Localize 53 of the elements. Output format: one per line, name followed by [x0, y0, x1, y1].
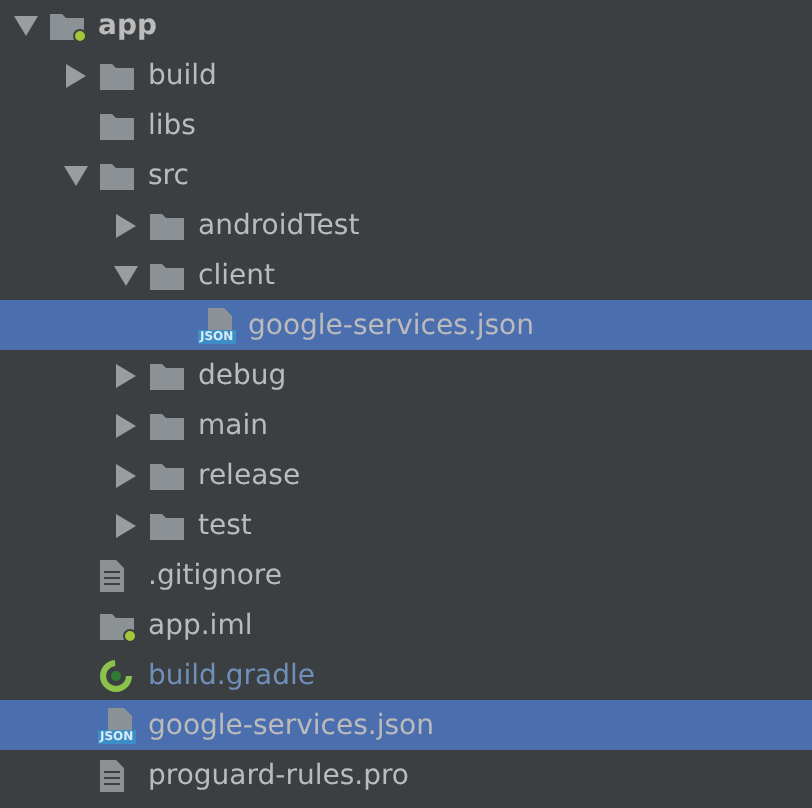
tree-row[interactable]: proguard-rules.pro — [0, 750, 812, 800]
item-name: test — [196, 509, 252, 541]
tree-row[interactable]: libs — [0, 100, 812, 150]
tree-row[interactable]: app.iml — [0, 600, 812, 650]
item-name: client — [196, 259, 275, 291]
tree-row[interactable]: app — [0, 0, 812, 50]
text-file-icon — [98, 557, 126, 593]
item-name: google-services.json — [146, 709, 434, 741]
item-name: libs — [146, 109, 196, 141]
folder-icon — [148, 209, 188, 241]
collapsed-arrow-icon[interactable] — [116, 363, 136, 387]
item-name: release — [196, 459, 301, 491]
folder-icon — [98, 159, 138, 191]
folder-icon — [148, 509, 188, 541]
folder-icon — [148, 409, 188, 441]
text-file-icon — [98, 757, 126, 793]
collapsed-arrow-icon[interactable] — [116, 413, 136, 437]
item-name: google-services.json — [246, 309, 534, 341]
tree-row[interactable]: release — [0, 450, 812, 500]
folder-icon — [98, 109, 138, 141]
tree-row[interactable]: androidTest — [0, 200, 812, 250]
expanded-arrow-icon[interactable] — [114, 265, 138, 285]
item-name: build.gradle — [146, 659, 315, 691]
collapsed-arrow-icon[interactable] — [116, 463, 136, 487]
module-file-icon — [98, 609, 138, 641]
collapsed-arrow-icon[interactable] — [116, 213, 136, 237]
module-folder-icon — [48, 9, 88, 41]
item-name: proguard-rules.pro — [146, 759, 409, 791]
collapsed-arrow-icon[interactable] — [116, 513, 136, 537]
tree-row[interactable]: client — [0, 250, 812, 300]
item-name: build — [146, 59, 217, 91]
item-name: src — [146, 159, 189, 191]
expanded-arrow-icon[interactable] — [64, 165, 88, 185]
item-name: app — [96, 9, 157, 41]
collapsed-arrow-icon[interactable] — [66, 63, 86, 87]
tree-row[interactable]: main — [0, 400, 812, 450]
item-name: debug — [196, 359, 287, 391]
item-name: .gitignore — [146, 559, 282, 591]
expanded-arrow-icon[interactable] — [14, 15, 38, 35]
item-name: main — [196, 409, 268, 441]
folder-icon — [148, 359, 188, 391]
tree-row[interactable]: test — [0, 500, 812, 550]
tree-row[interactable]: .gitignore — [0, 550, 812, 600]
item-name: androidTest — [196, 209, 360, 241]
tree-row[interactable]: src — [0, 150, 812, 200]
gradle-icon — [98, 657, 134, 693]
item-name: app.iml — [146, 609, 253, 641]
tree-row[interactable]: debug — [0, 350, 812, 400]
folder-icon — [98, 59, 138, 91]
folder-icon — [148, 459, 188, 491]
tree-row[interactable]: build — [0, 50, 812, 100]
folder-icon — [148, 259, 188, 291]
tree-row[interactable]: build.gradle — [0, 650, 812, 700]
